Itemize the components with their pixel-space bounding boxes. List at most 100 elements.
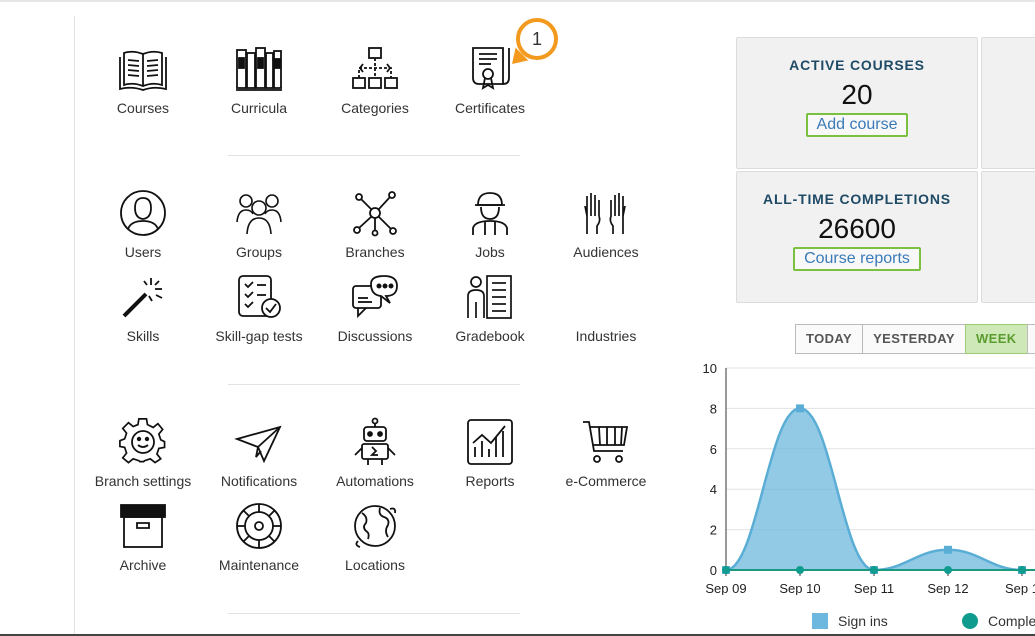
menu-label: Gradebook: [455, 328, 525, 344]
y-tick-label: 6: [710, 442, 717, 457]
stat-value: 20: [841, 79, 873, 110]
menu-item-branch-settings[interactable]: Branch settings: [85, 417, 201, 489]
menu-item-curricula[interactable]: Curricula: [201, 44, 317, 116]
menu-item-automations[interactable]: Automations: [317, 417, 433, 489]
menu-label: Audiences: [573, 244, 639, 260]
menu-label: e-Commerce: [565, 473, 647, 489]
menu-item-courses[interactable]: Courses: [85, 44, 201, 116]
tab-more[interactable]: [1026, 324, 1035, 354]
menu-label: Archive: [119, 557, 167, 573]
menu-item-gradebook[interactable]: Gradebook: [432, 272, 548, 344]
top-border: [0, 0, 1035, 2]
menu-item-industries[interactable]: Industries: [548, 272, 664, 344]
checklist-icon: [238, 275, 281, 318]
menu-label: Skill-gap tests: [215, 328, 303, 344]
menu-item-maintenance[interactable]: Maintenance: [201, 501, 317, 573]
y-tick-label: 0: [710, 563, 717, 578]
y-tick-label: 4: [710, 482, 717, 497]
section-divider: [228, 155, 520, 156]
left-divider: [74, 16, 75, 636]
menu-item-locations[interactable]: Locations: [317, 501, 433, 573]
menu-item-jobs[interactable]: Jobs: [432, 188, 548, 260]
book-icon: [119, 50, 167, 91]
stat-card-active-courses: ACTIVE COURSES 20 Add course: [736, 37, 978, 169]
tab-today[interactable]: TODAY: [795, 324, 864, 354]
legend-item-completions[interactable]: Complet: [962, 613, 1035, 629]
completions-point: [1018, 566, 1026, 574]
menu-item-notifications[interactable]: Notifications: [201, 417, 317, 489]
chat-bubbles-icon: [352, 275, 398, 319]
menu-item-discussions[interactable]: Discussions: [317, 272, 433, 344]
menu-item-branches[interactable]: Branches: [317, 188, 433, 260]
robot-icon: [354, 417, 396, 465]
section-divider: [228, 384, 520, 385]
industries-icon: [581, 272, 631, 322]
menu-label: Curricula: [230, 100, 287, 116]
callout-badge: 1: [516, 18, 558, 60]
network-icon: [353, 191, 397, 237]
paper-plane-icon: [234, 425, 282, 464]
menu-item-skills[interactable]: Skills: [85, 272, 201, 344]
completions-point: [870, 566, 878, 574]
menu-label: Groups: [236, 244, 282, 260]
y-tick-label: 10: [703, 361, 717, 376]
group-icon: [236, 194, 282, 235]
shopping-cart-icon: [583, 421, 629, 463]
stat-value: 26600: [818, 213, 896, 244]
tab-yesterday[interactable]: YESTERDAY: [862, 324, 966, 354]
globe-icon: [354, 505, 397, 548]
gradebook-icon: [467, 275, 512, 319]
report-chart-icon: [467, 419, 513, 465]
legend-swatch: [962, 613, 978, 629]
legend-swatch: [812, 613, 828, 629]
menu-label: Courses: [116, 100, 170, 116]
completions-point: [796, 566, 804, 574]
menu-item-groups[interactable]: Groups: [201, 188, 317, 260]
tab-week[interactable]: WEEK: [964, 324, 1028, 354]
y-tick-label: 8: [710, 401, 717, 416]
gear-smile-icon: [119, 418, 166, 464]
stat-title: ACTIVE COURSES: [789, 57, 925, 73]
menu-item-audiences[interactable]: Audiences: [548, 188, 664, 260]
menu-item-archive[interactable]: Archive: [85, 501, 201, 573]
menu-label: Branch settings: [94, 473, 192, 489]
magic-wand-icon: [122, 278, 163, 318]
menu-label: Maintenance: [218, 557, 300, 573]
menu-label: Categories: [341, 100, 409, 116]
legend-label: Complet: [988, 613, 1035, 629]
menu-item-e-commerce[interactable]: e-Commerce: [548, 417, 664, 489]
menu-item-categories[interactable]: Categories: [317, 44, 433, 116]
raised-hands-icon: [584, 193, 626, 234]
maintenance-gauge-icon: [236, 503, 282, 549]
stat-card-partial: [981, 37, 1035, 169]
menu-label: Users: [124, 244, 162, 260]
add-course-button[interactable]: Add course: [805, 113, 909, 137]
activity-chart: 0 2 4 6 8 10 Sep 09 Sep 10 Sep 11 Sep 12 Sep 1: [703, 361, 1035, 595]
section-divider: [228, 613, 520, 614]
period-selector: TODAY YESTERDAY WEEK: [795, 324, 1035, 354]
menu-item-skill-gap-tests[interactable]: Skill-gap tests: [201, 272, 317, 344]
menu-label: Certificates: [454, 100, 526, 116]
menu-item-reports[interactable]: Reports: [432, 417, 548, 489]
menu-label: Notifications: [220, 473, 298, 489]
stat-card-partial: [981, 171, 1035, 303]
x-tick-label: Sep 1: [1005, 581, 1035, 595]
user-avatar-icon: [120, 190, 166, 236]
legend-item-sign-ins[interactable]: Sign ins: [812, 613, 888, 629]
x-tick-label: Sep 10: [779, 581, 820, 595]
menu-label: Automations: [336, 473, 414, 489]
certificate-icon: [472, 47, 510, 90]
menu-label: Reports: [465, 473, 515, 489]
stat-title: ALL-TIME COMPLETIONS: [763, 191, 951, 207]
archive-box-icon: [120, 504, 166, 548]
hierarchy-icon: [352, 47, 398, 89]
bookshelf-icon: [236, 47, 282, 91]
course-reports-button[interactable]: Course reports: [793, 247, 921, 271]
sign-ins-point: [796, 404, 804, 413]
menu-label: Discussions: [337, 328, 413, 344]
stat-card-completions: ALL-TIME COMPLETIONS 26600 Course report…: [736, 171, 978, 303]
menu-item-users[interactable]: Users: [85, 188, 201, 260]
menu-label: Jobs: [475, 244, 505, 260]
menu-label: Skills: [126, 328, 160, 344]
x-tick-label: Sep 09: [705, 581, 746, 595]
